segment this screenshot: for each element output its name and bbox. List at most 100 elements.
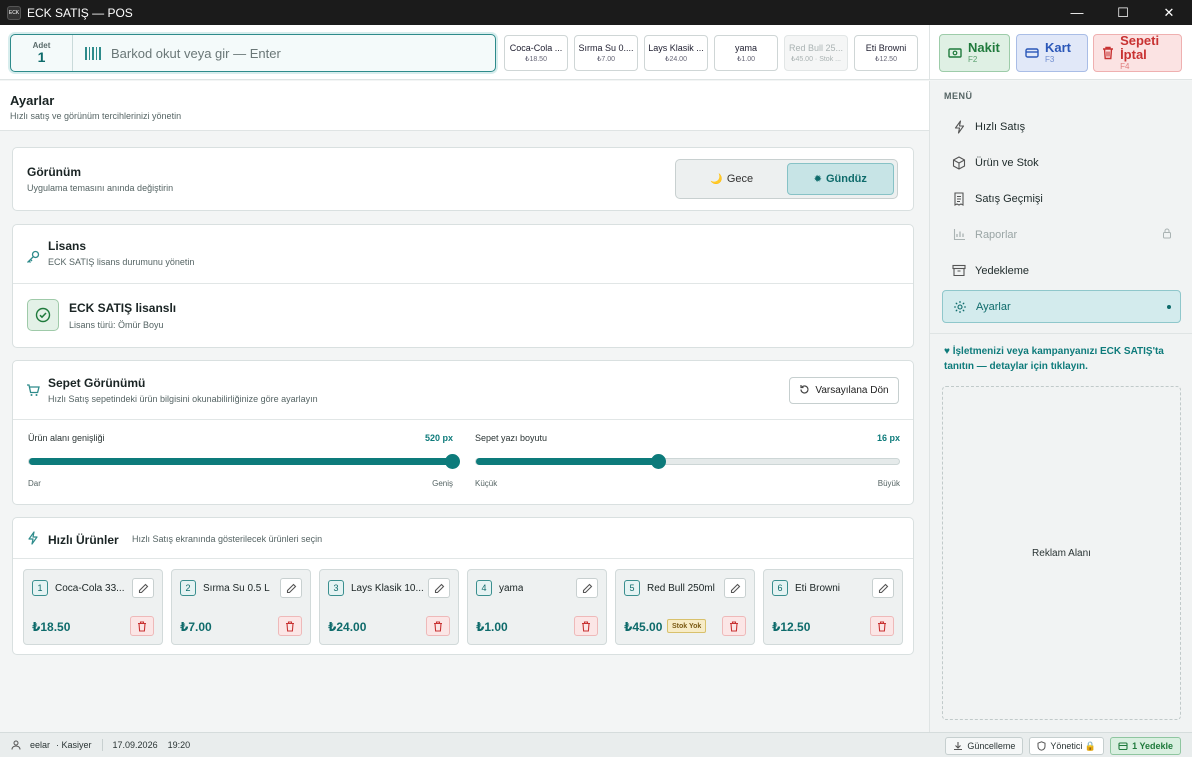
reset-default-button[interactable]: Varsayılana Dön <box>789 377 899 404</box>
edit-button[interactable] <box>872 578 894 598</box>
quantity-box[interactable]: Adet 1 <box>11 35 73 71</box>
license-title: Lisans <box>48 239 87 253</box>
quick-chip[interactable]: Sırma Su 0.... ₺7.00 <box>574 35 638 71</box>
maximize-button[interactable]: ☐ <box>1100 0 1146 25</box>
card-button[interactable]: Kart F3 <box>1016 34 1088 72</box>
trash-icon <box>581 620 591 632</box>
barcode-input[interactable] <box>111 45 495 61</box>
quick-chip[interactable]: yama ₺1.00 <box>714 35 778 71</box>
width-slider-min: Dar <box>28 479 41 488</box>
backup-icon <box>1118 741 1128 751</box>
ad-area-label: Reklam Alanı <box>1032 547 1091 559</box>
sidebar-divider <box>930 333 1192 334</box>
theme-night-option[interactable]: 🌙 Gece <box>679 163 785 195</box>
quick-chip[interactable]: Lays Klasik ... ₺24.00 <box>644 35 708 71</box>
license-header: Lisans ECK SATIŞ lisans durumunu yönetin <box>13 225 913 284</box>
cash-button[interactable]: Nakit F2 <box>939 34 1010 72</box>
sidebar-item-label: Ürün ve Stok <box>975 156 1039 169</box>
license-type: Lisans türü: Ömür Boyu <box>69 320 164 330</box>
edit-button[interactable] <box>724 578 746 598</box>
app-logo: ECK <box>7 5 21 20</box>
quick-chip[interactable]: Eti Browni ₺12.50 <box>854 35 918 71</box>
ad-area[interactable]: Reklam Alanı <box>942 386 1181 720</box>
edit-button[interactable] <box>428 578 450 598</box>
edit-button[interactable] <box>132 578 154 598</box>
quick-product-price: ₺12.50 <box>772 620 811 634</box>
sidebar-item[interactable]: Hızlı Satış <box>942 110 1181 143</box>
edit-button[interactable] <box>576 578 598 598</box>
quick-product-card: 4 yama ₺1.00 <box>467 569 607 645</box>
status-date: 17.09.2026 <box>112 740 158 750</box>
update-label: Güncelleme <box>967 741 1016 751</box>
quick-chip-name: Eti Browni <box>865 43 907 53</box>
cart-icon <box>26 383 40 400</box>
quick-product-name: yama <box>499 583 524 594</box>
pencil-icon <box>878 583 889 594</box>
delete-button[interactable] <box>574 616 598 636</box>
cancel-label: Sepeti İptal <box>1120 33 1160 62</box>
quick-chip-name: Sırma Su 0.... <box>578 43 634 53</box>
page-subtitle: Hızlı satış ve görünüm tercihlerinizi yö… <box>10 111 182 121</box>
quick-product-name: Red Bull 250ml <box>647 583 715 594</box>
delete-button[interactable] <box>426 616 450 636</box>
delete-button[interactable] <box>278 616 302 636</box>
theme-title: Görünüm <box>27 165 81 179</box>
font-slider-thumb[interactable] <box>650 454 666 469</box>
cancel-shortcut: F4 <box>1120 62 1130 71</box>
delete-button[interactable] <box>130 616 154 636</box>
sidebar-item: Raporlar <box>942 218 1181 251</box>
quick-product-price: ₺24.00 <box>328 620 367 634</box>
sidebar-item[interactable]: Ayarlar <box>942 290 1181 323</box>
cash-shortcut: F2 <box>968 55 978 64</box>
sidebar-menu: Hızlı Satış Ürün ve Stok Satış Geçmişi Rapo… <box>942 110 1181 326</box>
close-button[interactable]: ✕ <box>1146 0 1192 25</box>
update-button[interactable]: Güncelleme <box>945 737 1024 755</box>
lock-icon <box>1162 228 1172 242</box>
delete-button[interactable] <box>722 616 746 636</box>
top-bar: Adet 1 Coca-Cola ... ₺18.50 Sırma Su 0....… <box>0 25 929 80</box>
promo-link[interactable]: ♥ İşletmenizi veya kampanyanızı ECK SATI… <box>944 344 1180 374</box>
sidebar-item[interactable]: Yedekleme <box>942 254 1181 287</box>
font-slider-max: Büyük <box>877 479 900 488</box>
cancel-cart-button[interactable]: Sepeti İptal F4 <box>1093 34 1182 72</box>
width-slider-thumb[interactable] <box>445 454 460 469</box>
quick-chip[interactable]: Red Bull 25... ₺45.00 · Stok ... <box>784 35 848 71</box>
theme-day-option[interactable]: ✹ Gündüz <box>786 163 894 195</box>
width-slider[interactable] <box>28 454 460 469</box>
quick-product-number: 2 <box>180 580 196 596</box>
quick-chip-bar: Coca-Cola ... ₺18.50 Sırma Su 0.... ₺7.00 La… <box>504 35 918 71</box>
quick-chip[interactable]: Coca-Cola ... ₺18.50 <box>504 35 568 71</box>
download-icon <box>953 741 963 751</box>
pencil-icon <box>730 583 741 594</box>
credit-card-icon <box>1024 45 1040 61</box>
quick-chip-price: ₺45.00 · Stok ... <box>791 56 841 63</box>
trash-icon <box>433 620 443 632</box>
trash-icon <box>137 620 147 632</box>
window-controls: — ☐ ✕ <box>1054 0 1192 25</box>
quick-chip-price: ₺12.50 <box>875 56 897 63</box>
admin-button[interactable]: Yönetici 🔒 <box>1029 737 1105 755</box>
width-slider-block: Ürün alanı genişliği 520 px Dar Geniş <box>28 433 460 488</box>
sidebar: MENÜ Hızlı Satış Ürün ve Stok Satış Geçmiş… <box>929 81 1192 732</box>
quick-product-price: ₺45.00 <box>624 620 663 634</box>
quick-product-name: Lays Klasik 10... <box>351 583 423 594</box>
minimize-button[interactable]: — <box>1054 0 1100 25</box>
theme-subtitle: Uygulama temasını anında değiştirin <box>27 183 174 193</box>
sidebar-item-label: Raporlar <box>975 228 1018 241</box>
receipt-icon <box>951 191 967 207</box>
pencil-icon <box>286 583 297 594</box>
backup-button[interactable]: 1 Yedekle <box>1110 737 1181 755</box>
status-separator <box>101 739 103 751</box>
cash-label: Nakit <box>968 40 1000 55</box>
key-icon <box>26 250 40 267</box>
sidebar-item[interactable]: Ürün ve Stok <box>942 146 1181 179</box>
delete-button[interactable] <box>870 616 894 636</box>
font-slider[interactable] <box>475 454 900 469</box>
barcode-icon <box>85 46 101 60</box>
edit-button[interactable] <box>280 578 302 598</box>
check-circle-icon <box>27 299 59 331</box>
active-indicator <box>1167 304 1171 309</box>
width-slider-label: Ürün alanı genişliği <box>28 433 105 443</box>
trash-icon <box>1101 45 1115 61</box>
sidebar-item[interactable]: Satış Geçmişi <box>942 182 1181 215</box>
